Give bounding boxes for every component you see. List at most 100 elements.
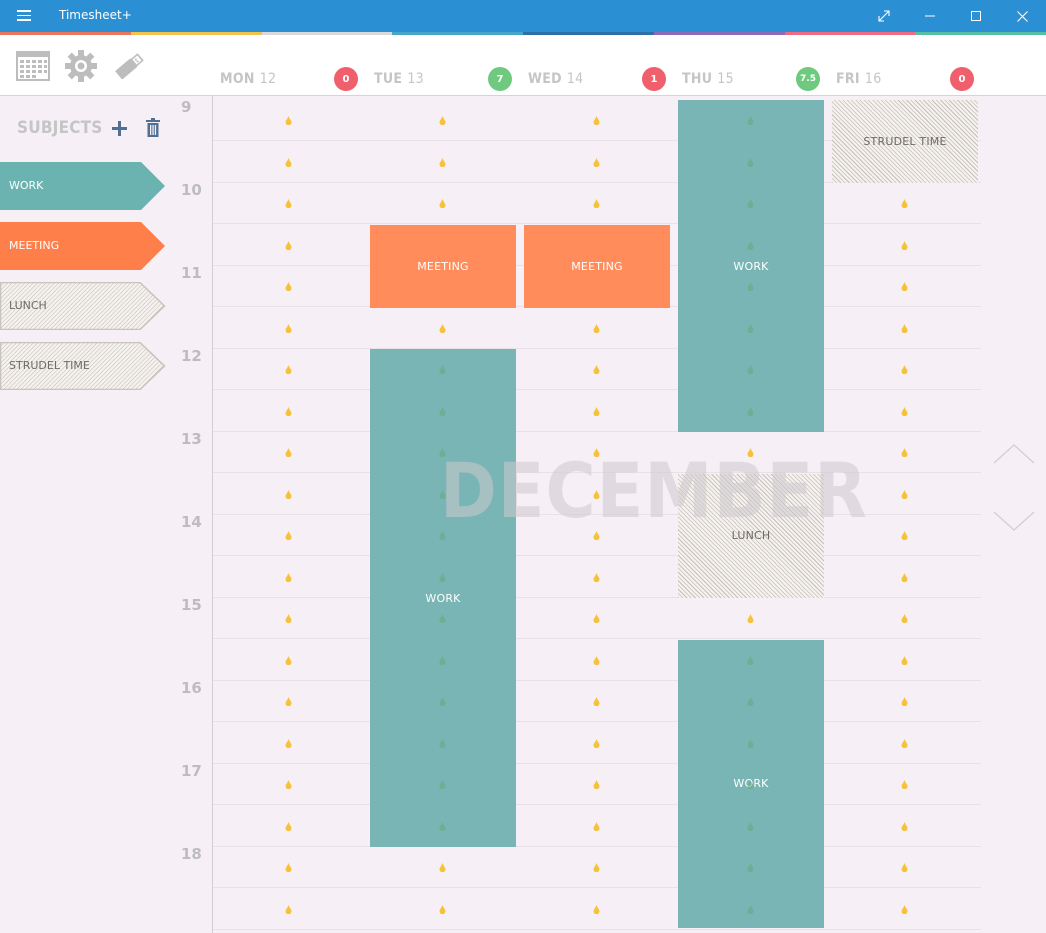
time-slot-drop-icon[interactable]	[285, 904, 292, 914]
time-slot-drop-icon[interactable]	[747, 282, 754, 291]
time-slot-drop-icon[interactable]	[439, 821, 446, 831]
calendar-icon[interactable]	[16, 51, 50, 81]
event-lunch[interactable]: LUNCH	[678, 473, 824, 598]
day-header-mon[interactable]: MON 12	[220, 71, 276, 87]
time-slot-drop-icon[interactable]	[593, 116, 600, 125]
time-slot-drop-icon[interactable]	[593, 614, 600, 623]
time-slot-drop-icon[interactable]	[285, 489, 292, 499]
time-slot-drop-icon[interactable]	[439, 489, 446, 499]
time-slot-drop-icon[interactable]	[747, 904, 754, 914]
next-week-arrow-icon[interactable]	[993, 511, 1035, 531]
time-slot-drop-icon[interactable]	[747, 614, 754, 623]
gear-icon[interactable]	[65, 50, 97, 82]
time-slot-drop-icon[interactable]	[285, 406, 292, 416]
time-slot-drop-icon[interactable]	[593, 863, 600, 872]
time-slot-drop-icon[interactable]	[901, 240, 908, 250]
time-slot-drop-icon[interactable]	[439, 738, 446, 748]
time-slot-drop-icon[interactable]	[747, 655, 754, 665]
time-slot-drop-icon[interactable]	[747, 365, 754, 374]
time-slot-drop-icon[interactable]	[593, 406, 600, 416]
time-slot-drop-icon[interactable]	[901, 448, 908, 457]
time-slot-drop-icon[interactable]	[285, 448, 292, 457]
time-slot-drop-icon[interactable]	[901, 489, 908, 499]
time-slot-drop-icon[interactable]	[285, 365, 292, 374]
time-slot-drop-icon[interactable]	[285, 282, 292, 291]
time-slot-drop-icon[interactable]	[593, 780, 600, 789]
delete-subject-icon[interactable]	[146, 118, 160, 137]
time-slot-drop-icon[interactable]	[747, 863, 754, 872]
event-work[interactable]: WORK	[370, 349, 516, 847]
time-slot-drop-icon[interactable]	[593, 489, 600, 499]
time-slot-drop-icon[interactable]	[593, 199, 600, 208]
usb-drive-icon[interactable]	[112, 51, 146, 81]
time-slot-drop-icon[interactable]	[439, 116, 446, 125]
time-slot-drop-icon[interactable]	[901, 406, 908, 416]
time-slot-drop-icon[interactable]	[439, 531, 446, 540]
time-slot-drop-icon[interactable]	[747, 240, 754, 250]
subject-lunch[interactable]: LUNCH	[0, 282, 166, 330]
time-slot-drop-icon[interactable]	[285, 697, 292, 706]
time-slot-drop-icon[interactable]	[593, 323, 600, 333]
time-slot-drop-icon[interactable]	[439, 780, 446, 789]
time-slot-drop-icon[interactable]	[901, 904, 908, 914]
time-slot-drop-icon[interactable]	[901, 323, 908, 333]
time-slot-drop-icon[interactable]	[901, 697, 908, 706]
time-slot-drop-icon[interactable]	[593, 531, 600, 540]
time-slot-drop-icon[interactable]	[285, 199, 292, 208]
time-slot-drop-icon[interactable]	[439, 904, 446, 914]
time-slot-drop-icon[interactable]	[901, 614, 908, 623]
day-header-tue[interactable]: TUE 13	[374, 71, 424, 87]
time-slot-drop-icon[interactable]	[747, 780, 754, 789]
event-meeting[interactable]: MEETING	[524, 224, 670, 308]
time-slot-drop-icon[interactable]	[439, 365, 446, 374]
time-slot-drop-icon[interactable]	[901, 738, 908, 748]
time-slot-drop-icon[interactable]	[593, 448, 600, 457]
time-slot-drop-icon[interactable]	[285, 531, 292, 540]
time-slot-drop-icon[interactable]	[285, 572, 292, 582]
subject-meeting[interactable]: MEETING	[0, 222, 166, 270]
time-slot-drop-icon[interactable]	[747, 406, 754, 416]
subject-work[interactable]: WORK	[0, 162, 166, 210]
time-slot-drop-icon[interactable]	[593, 738, 600, 748]
time-slot-drop-icon[interactable]	[593, 365, 600, 374]
time-slot-drop-icon[interactable]	[285, 738, 292, 748]
time-slot-drop-icon[interactable]	[747, 157, 754, 167]
time-slot-drop-icon[interactable]	[285, 614, 292, 623]
time-slot-drop-icon[interactable]	[901, 572, 908, 582]
time-slot-drop-icon[interactable]	[285, 780, 292, 789]
time-slot-drop-icon[interactable]	[285, 116, 292, 125]
add-subject-icon[interactable]	[111, 120, 128, 137]
time-slot-drop-icon[interactable]	[439, 572, 446, 582]
subject-strudel-time[interactable]: STRUDEL TIME	[0, 342, 166, 390]
time-slot-drop-icon[interactable]	[901, 780, 908, 789]
time-slot-drop-icon[interactable]	[901, 655, 908, 665]
time-slot-drop-icon[interactable]	[747, 116, 754, 125]
time-slot-drop-icon[interactable]	[901, 821, 908, 831]
day-header-thu[interactable]: THU 15	[682, 71, 734, 87]
time-slot-drop-icon[interactable]	[901, 531, 908, 540]
time-slot-drop-icon[interactable]	[439, 863, 446, 872]
day-header-fri[interactable]: FRI 16	[836, 71, 882, 87]
event-strudel-time[interactable]: STRUDEL TIME	[832, 100, 978, 183]
time-slot-drop-icon[interactable]	[439, 614, 446, 623]
close-icon[interactable]	[999, 0, 1045, 32]
time-slot-drop-icon[interactable]	[593, 157, 600, 167]
time-slot-drop-icon[interactable]	[285, 323, 292, 333]
time-slot-drop-icon[interactable]	[747, 821, 754, 831]
time-slot-drop-icon[interactable]	[747, 199, 754, 208]
time-slot-drop-icon[interactable]	[901, 863, 908, 872]
fullscreen-icon[interactable]	[861, 0, 907, 32]
time-slot-drop-icon[interactable]	[747, 697, 754, 706]
time-slot-drop-icon[interactable]	[901, 199, 908, 208]
time-slot-drop-icon[interactable]	[747, 323, 754, 333]
event-meeting[interactable]: MEETING	[370, 224, 516, 308]
time-slot-drop-icon[interactable]	[285, 821, 292, 831]
previous-week-arrow-icon[interactable]	[993, 444, 1035, 464]
time-slot-drop-icon[interactable]	[285, 240, 292, 250]
time-slot-drop-icon[interactable]	[747, 448, 754, 457]
hamburger-menu-icon[interactable]	[17, 10, 31, 21]
time-slot-drop-icon[interactable]	[747, 738, 754, 748]
time-slot-drop-icon[interactable]	[593, 821, 600, 831]
time-slot-drop-icon[interactable]	[901, 282, 908, 291]
time-slot-drop-icon[interactable]	[439, 655, 446, 665]
